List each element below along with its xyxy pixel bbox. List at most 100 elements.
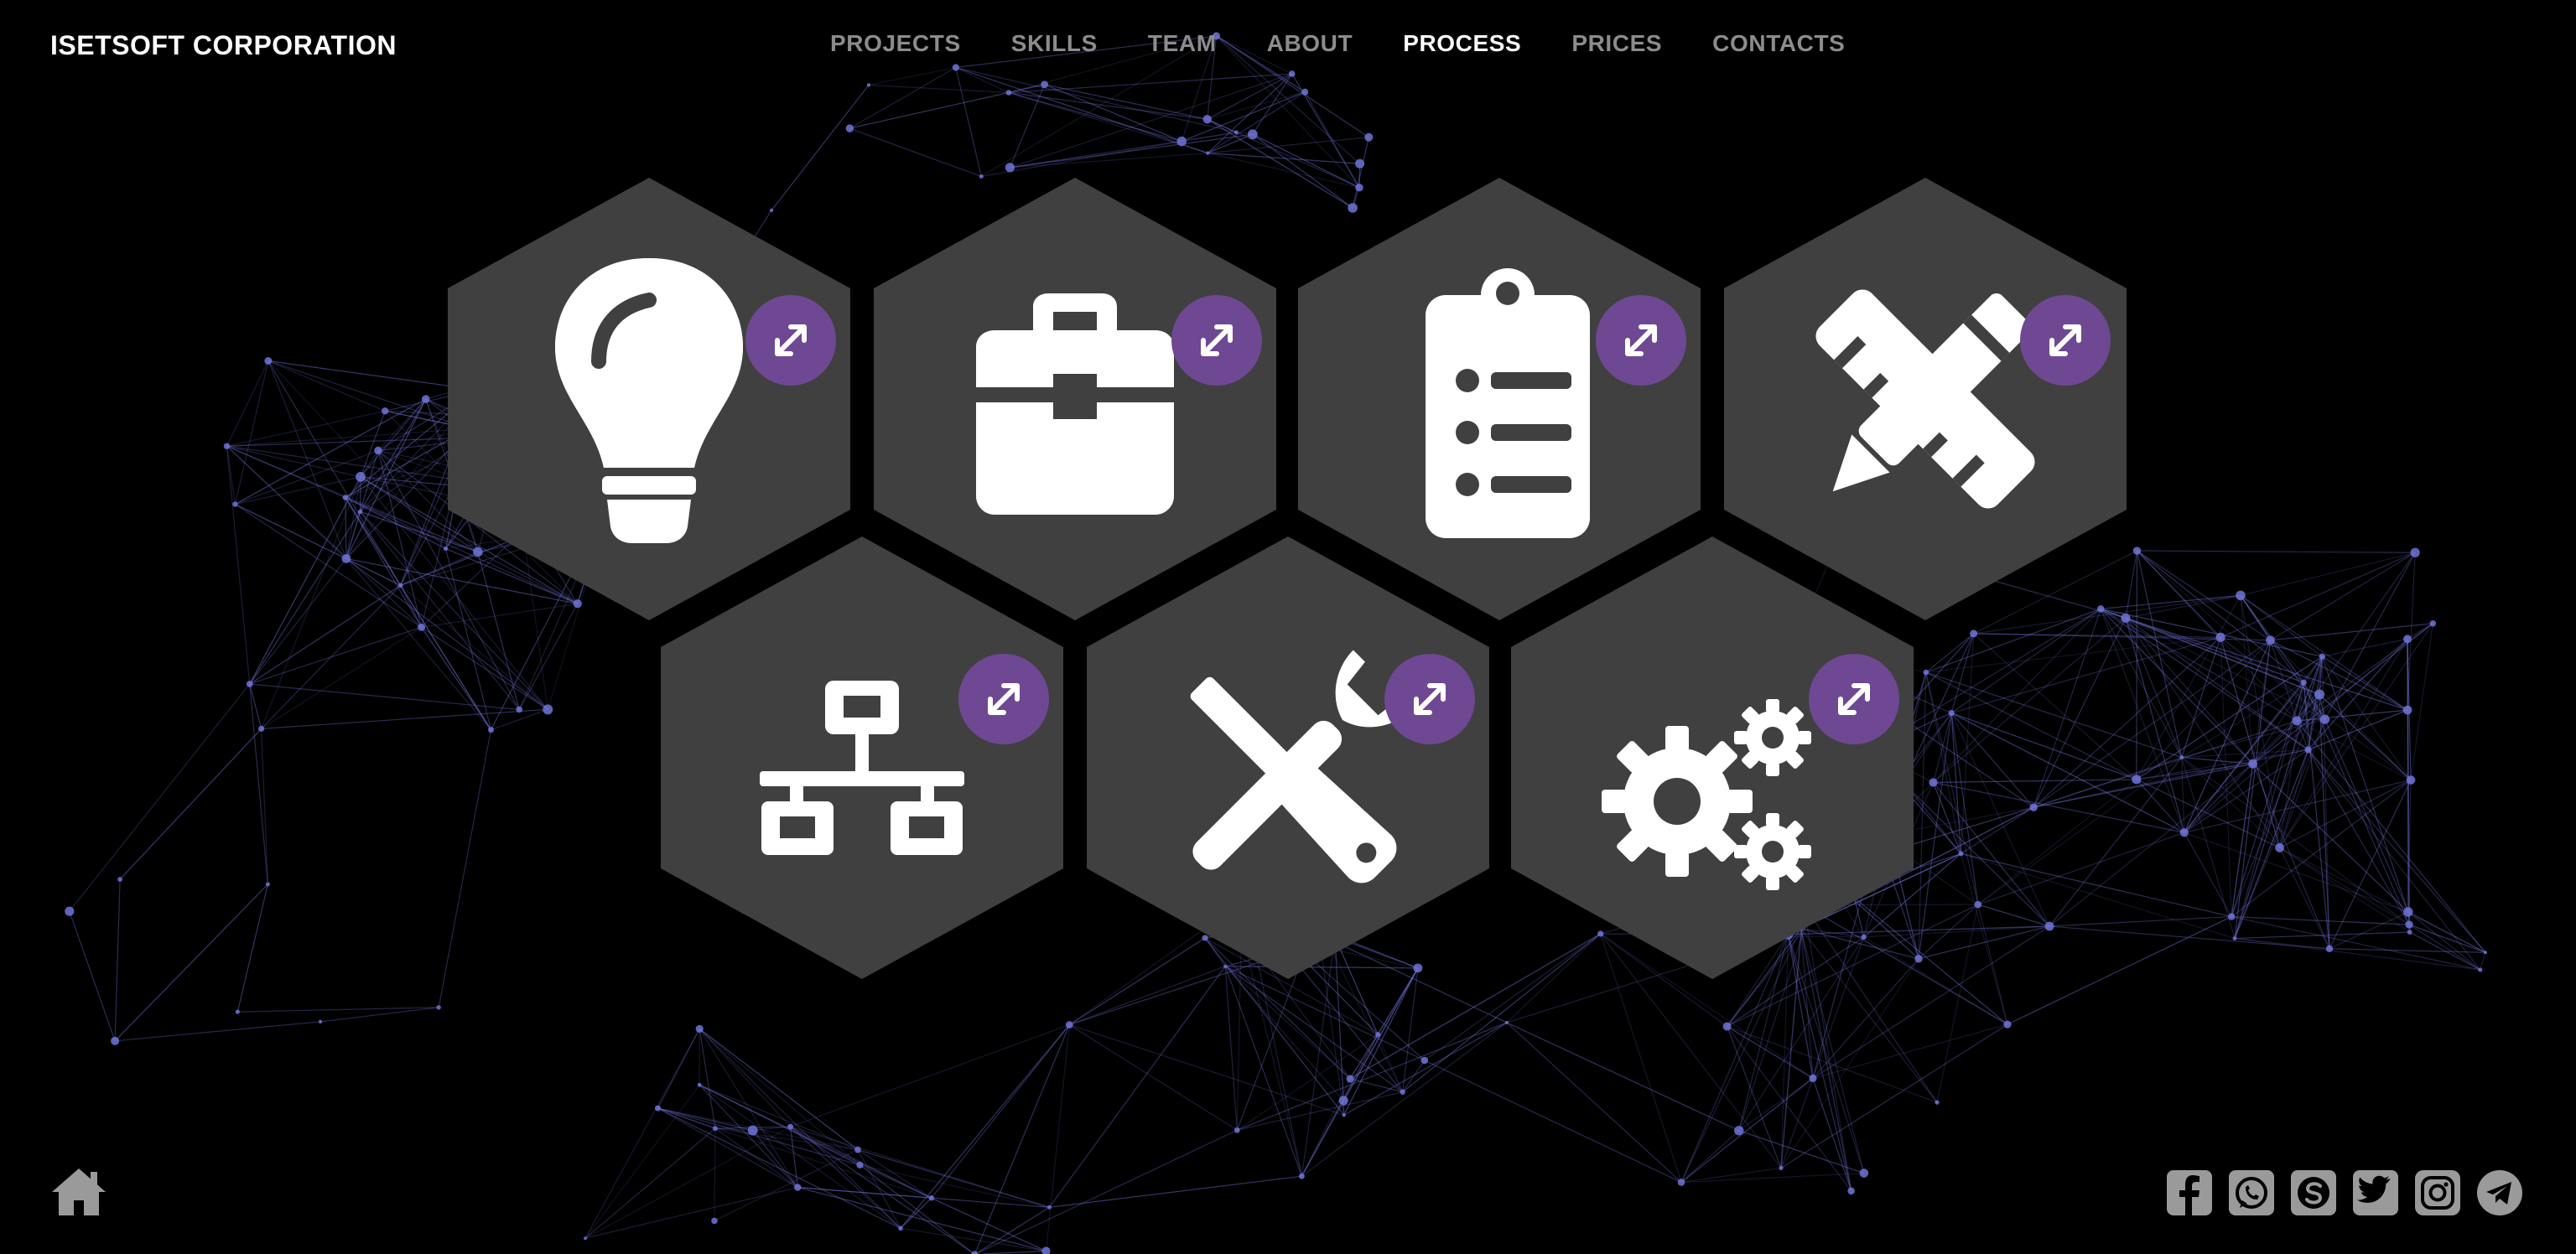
network-node — [2029, 803, 2038, 811]
tools-icon — [1190, 650, 1413, 884]
network-node — [2300, 679, 2307, 686]
network-node — [1355, 184, 1363, 192]
network-node — [232, 501, 238, 507]
network-node — [2406, 775, 2416, 785]
network-node — [2097, 605, 2105, 613]
expand-button[interactable] — [1384, 654, 1475, 744]
network-node — [1809, 1074, 1817, 1082]
network-node — [2248, 759, 2257, 769]
network-node — [1420, 1056, 1429, 1065]
network-node — [898, 1226, 903, 1231]
network-node — [1779, 1165, 1784, 1170]
network-node — [443, 546, 449, 552]
network-node — [2405, 920, 2413, 929]
network-node — [341, 554, 351, 563]
facebook-icon[interactable] — [2165, 1168, 2214, 1217]
network-node — [2483, 951, 2487, 955]
expand-button[interactable] — [1171, 295, 1262, 386]
network-node — [1202, 935, 1208, 941]
network-node — [356, 472, 366, 482]
network-node — [1958, 851, 1964, 857]
expand-button[interactable] — [745, 295, 836, 386]
network-node — [1970, 630, 1978, 638]
network-node — [866, 83, 871, 87]
twitter-icon[interactable] — [2351, 1168, 2400, 1217]
network-node — [1176, 136, 1187, 147]
expand-button[interactable] — [2020, 295, 2111, 386]
network-node — [1974, 900, 1982, 909]
expand-arrows-icon — [1838, 683, 1870, 715]
expand-button[interactable] — [958, 654, 1049, 744]
network-node — [342, 495, 349, 500]
network-node — [1355, 158, 1365, 168]
network-node — [381, 407, 389, 415]
network-node — [2478, 967, 2483, 972]
network-node — [712, 1126, 718, 1132]
network-node — [1677, 1179, 1685, 1186]
telegram-icon[interactable] — [2475, 1168, 2524, 1217]
network-node — [357, 509, 363, 515]
home-icon[interactable] — [49, 1165, 109, 1219]
brand-logo[interactable]: ISETSOFT CORPORATION — [50, 30, 397, 61]
network-node — [928, 1194, 935, 1201]
network-node — [2275, 842, 2284, 852]
nav-prices[interactable]: PRICES — [1571, 30, 1662, 57]
nav-projects[interactable]: PROJECTS — [830, 30, 961, 57]
network-node — [854, 1146, 861, 1153]
network-node — [1375, 1032, 1381, 1038]
network-node — [1288, 70, 1296, 77]
expand-button[interactable] — [1596, 295, 1686, 386]
instagram-icon[interactable] — [2413, 1168, 2462, 1217]
nav-about[interactable]: ABOUT — [1267, 30, 1353, 57]
network-node — [397, 583, 403, 588]
network-node — [2429, 620, 2437, 627]
network-node — [473, 547, 483, 557]
network-node — [1734, 1126, 1744, 1136]
network-node — [794, 1184, 802, 1191]
nav-skills[interactable]: SKILLS — [1011, 30, 1098, 57]
pencil-ruler-icon — [1815, 289, 2035, 509]
network-node — [1046, 1205, 1052, 1210]
lightbulb-icon — [555, 258, 743, 543]
network-node — [1847, 1187, 1855, 1195]
network-node — [2132, 775, 2142, 785]
network-node — [2403, 907, 2413, 917]
network-node — [1206, 151, 1210, 155]
network-node — [2179, 755, 2184, 759]
network-node — [265, 882, 270, 887]
network-node — [2304, 746, 2312, 754]
network-node — [264, 356, 273, 365]
network-node — [845, 124, 854, 132]
social-links — [2165, 1168, 2524, 1217]
network-node — [856, 1161, 864, 1168]
expand-button[interactable] — [1809, 654, 1899, 744]
network-node — [543, 704, 553, 715]
network-node — [787, 1123, 794, 1130]
network-node — [111, 1036, 120, 1045]
network-node — [516, 706, 523, 713]
nav-contacts[interactable]: CONTACTS — [1712, 30, 1845, 57]
network-node — [655, 1105, 662, 1112]
network-node — [1005, 163, 1015, 173]
network-node — [1929, 778, 1938, 787]
skype-icon[interactable] — [2289, 1168, 2338, 1217]
network-node — [1202, 115, 1212, 124]
expand-arrows-icon — [1201, 324, 1233, 356]
nav-team[interactable]: TEAM — [1148, 30, 1217, 57]
network-node — [1346, 1075, 1354, 1083]
network-node — [1041, 1246, 1051, 1254]
network-node — [2403, 635, 2412, 644]
nav-process[interactable]: PROCESS — [1403, 30, 1521, 57]
expand-arrows-icon — [2049, 324, 2081, 356]
expand-arrows-icon — [1625, 324, 1657, 356]
network-node — [117, 877, 123, 882]
network-node — [487, 727, 494, 733]
network-node — [1400, 1089, 1405, 1095]
network-node — [223, 443, 231, 449]
whatsapp-icon[interactable] — [2227, 1168, 2276, 1217]
network-node — [1005, 90, 1012, 96]
network-node — [2232, 936, 2237, 940]
network-node — [2319, 653, 2325, 660]
network-node — [1935, 1100, 1940, 1105]
network-node — [971, 1251, 979, 1254]
